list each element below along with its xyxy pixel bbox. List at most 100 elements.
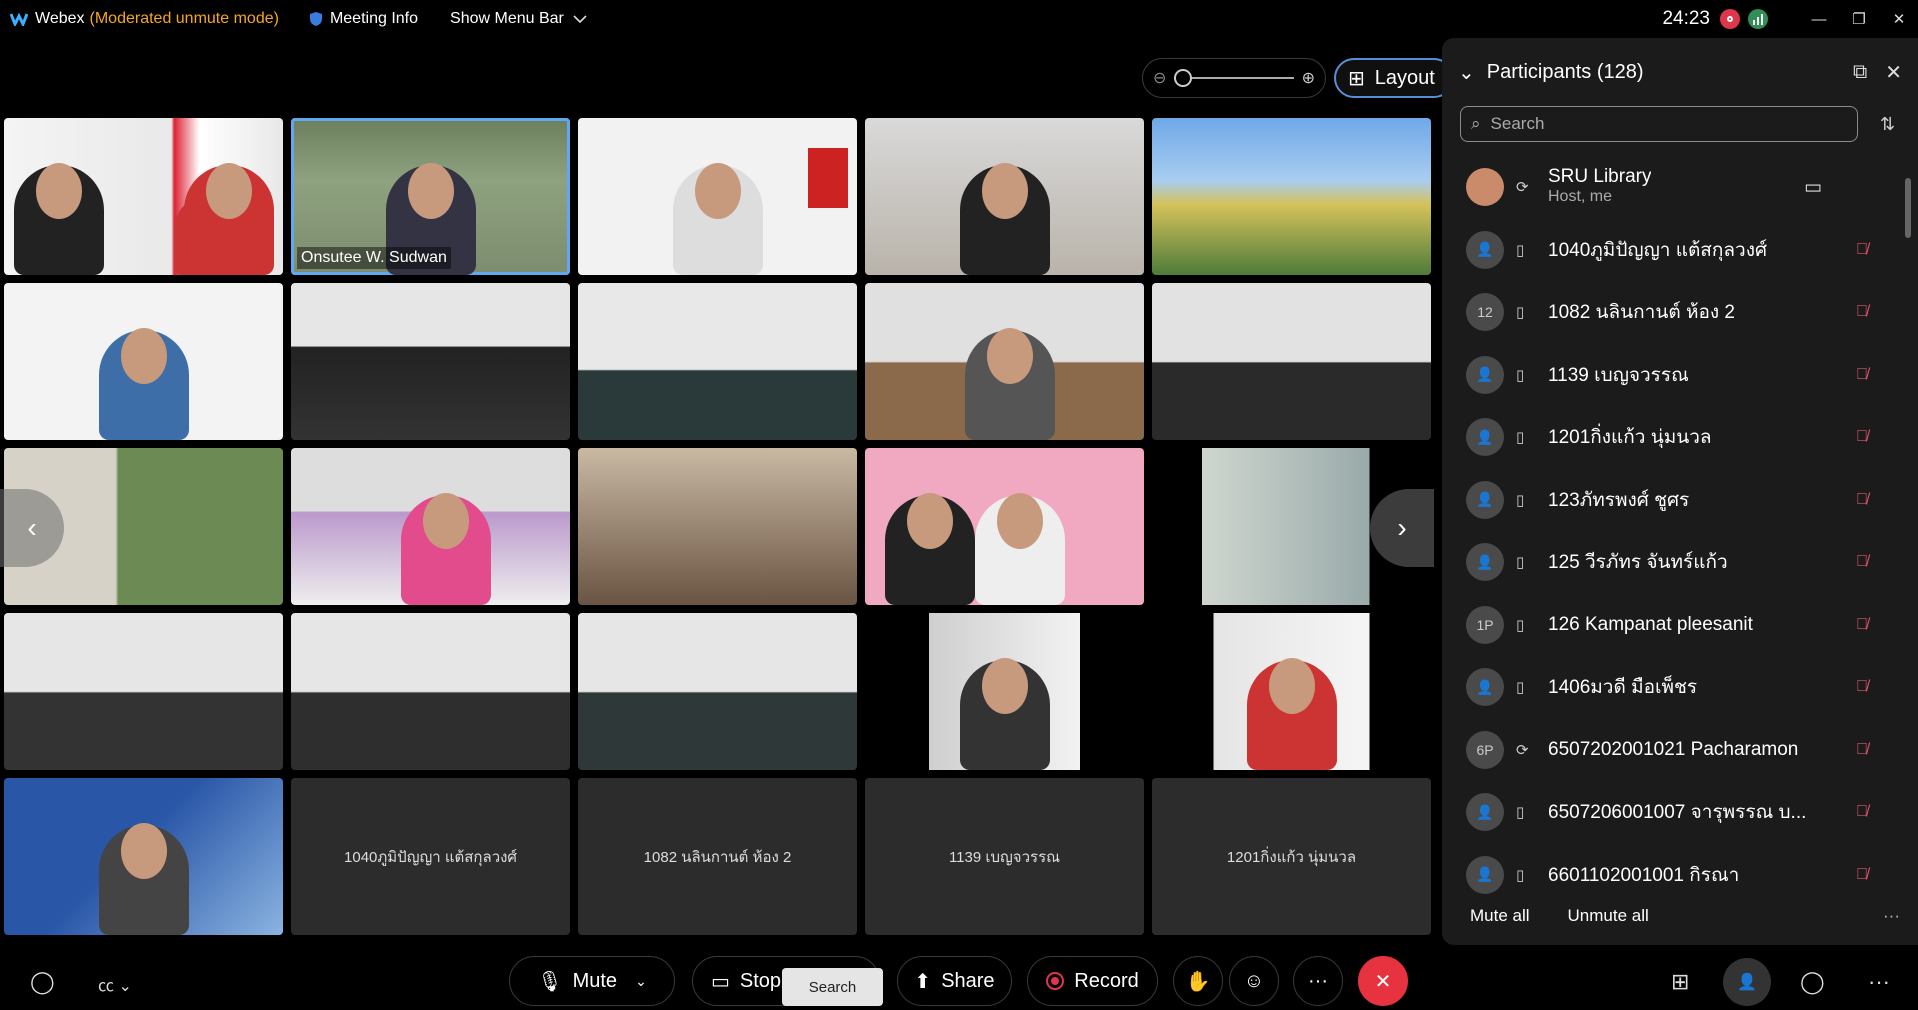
muted-microphone-icon[interactable]: 🎙̸ (1856, 303, 1868, 321)
search-placeholder: Search (1490, 114, 1545, 133)
zoom-out-icon[interactable]: ⊖ (1153, 68, 1166, 88)
search-input[interactable]: ⌕ Search (1460, 106, 1858, 142)
sort-icon[interactable]: ⇅ (1880, 114, 1895, 135)
pop-out-icon[interactable]: ⧉ (1853, 61, 1867, 84)
raise-hand-button[interactable]: ✋ (1173, 956, 1223, 1006)
muted-microphone-icon[interactable]: 🎙̸ (1856, 678, 1868, 696)
zoom-control[interactable]: ⊖ ⊕ (1142, 58, 1326, 98)
show-menu-bar-button[interactable]: Show Menu Bar (450, 10, 587, 28)
video-tile[interactable] (291, 283, 570, 440)
meeting-info-button[interactable]: Meeting Info (309, 10, 418, 28)
muted-microphone-icon[interactable]: 🎙̸ (1856, 428, 1868, 446)
layout-button[interactable]: ⊞ Layout (1334, 58, 1454, 98)
video-tile[interactable] (865, 283, 1144, 440)
participant-row[interactable]: 👤 ▯ 1406มวดี มือเพ็ชร 🎙̸ (1442, 656, 1918, 719)
participant-name: 126 Kampanat pleesanit (1548, 613, 1753, 635)
collapse-chevron-icon[interactable]: ⌄ (1458, 60, 1475, 85)
phone-icon: ▯ (1516, 241, 1525, 259)
muted-microphone-icon[interactable]: 🎙̸ (1856, 803, 1868, 821)
video-tile[interactable] (4, 118, 283, 275)
mute-all-button[interactable]: Mute all (1470, 906, 1530, 926)
video-tile[interactable] (578, 448, 857, 605)
close-panel-icon[interactable]: ✕ (1885, 60, 1902, 85)
video-tile[interactable] (578, 118, 857, 275)
video-tile[interactable] (291, 448, 570, 605)
muted-microphone-icon[interactable]: 🎙̸ (1856, 241, 1868, 259)
participant-row[interactable]: 👤 ▯ 1040ภูมิปัญญา แต้สกุลวงศ์ 🎙̸ (1442, 219, 1918, 282)
participant-name: 125 วีรภัทร จันทร์แก้ว (1548, 552, 1728, 574)
participant-row[interactable]: 1P ▯ 126 Kampanat pleesanit 🎙̸ (1442, 594, 1918, 657)
phone-icon: ▯ (1516, 866, 1525, 884)
participants-header: ⌄ Participants (128) ⧉ ✕ (1442, 38, 1918, 106)
participant-row[interactable]: 👤 ▯ 123ภัทรพงศ์ ชูศร 🎙̸ (1442, 469, 1918, 532)
share-button[interactable]: ⬆ Share (897, 956, 1012, 1006)
muted-microphone-icon[interactable]: 🎙̸ (1856, 741, 1868, 759)
video-tile[interactable] (1152, 283, 1431, 440)
more-options-button[interactable]: ··· (1293, 956, 1343, 1006)
video-camera-icon: ▭ (711, 970, 730, 993)
closed-captions-icon[interactable]: ㏄ ⌄ (98, 972, 132, 996)
avatar (1466, 168, 1504, 207)
video-tile-no-video[interactable]: 1082 นลินกานต์ ห้อง 2 (578, 778, 857, 935)
video-tile-no-video[interactable]: 1139 เบญจวรรณ (865, 778, 1144, 935)
video-tile[interactable] (865, 613, 1144, 770)
muted-microphone-icon[interactable]: 🎙̸ (1856, 553, 1868, 571)
scrollbar[interactable] (1905, 178, 1911, 238)
phone-icon: ▯ (1516, 429, 1525, 447)
chevron-left-icon: ‹ (27, 512, 37, 543)
avatar: 👤 (1466, 418, 1504, 457)
video-tile-no-video[interactable]: 1040ภูมิปัญญา แต้สกุลวงศ์ (291, 778, 570, 935)
avatar: 1P (1466, 605, 1504, 644)
muted-microphone-icon[interactable]: 🎙̸ (1856, 366, 1868, 384)
reactions-button[interactable]: ☺ (1229, 956, 1279, 1006)
phone-icon: ▯ (1516, 616, 1525, 634)
more-panels-icon[interactable]: ··· (1868, 969, 1890, 995)
participant-row[interactable]: 👤 ▯ 125 วีรภัทร จันทร์แก้ว 🎙̸ (1442, 531, 1918, 594)
participants-toggle-button[interactable]: 👤 (1723, 958, 1771, 1006)
muted-microphone-icon[interactable]: 🎙̸ (1856, 491, 1868, 509)
chevron-down-icon[interactable]: ⌄ (635, 973, 647, 990)
close-window-icon[interactable]: ✕ (1880, 0, 1918, 38)
unmute-all-button[interactable]: Unmute all (1568, 906, 1649, 926)
video-tile[interactable] (865, 448, 1144, 605)
video-tile[interactable] (4, 283, 283, 440)
participant-row-host[interactable]: ⟳ SRU Library Host, me ▭ (1442, 156, 1918, 219)
participant-row[interactable]: 12 ▯ 1082 นลินกานต์ ห้อง 2 🎙̸ (1442, 281, 1918, 344)
video-tile-active-speaker[interactable]: Onsutee W. Sudwan (291, 118, 570, 275)
chat-icon[interactable]: ◯ (1800, 969, 1825, 995)
network-stats-icon[interactable] (1748, 9, 1768, 29)
shield-icon (309, 12, 322, 26)
video-tile[interactable] (291, 613, 570, 770)
video-tile[interactable] (4, 778, 283, 935)
participant-row[interactable]: 6P ⟳ 6507202001021 Pacharamon 🎙̸ (1442, 719, 1918, 782)
video-tile[interactable] (1152, 118, 1431, 275)
video-tile[interactable] (578, 283, 857, 440)
hand-icon: ✋ (1185, 970, 1211, 993)
video-tile[interactable] (865, 118, 1144, 275)
zoom-slider-handle[interactable] (1174, 69, 1193, 87)
more-options-icon[interactable]: ··· (1883, 906, 1900, 926)
view-toolbar: ⊖ ⊕ ⊞ Layout (1142, 58, 1454, 98)
webex-assistant-icon[interactable]: ◯ (30, 969, 55, 995)
muted-microphone-icon[interactable]: 🎙̸ (1856, 866, 1868, 884)
participant-row[interactable]: 👤 ▯ 6507206001007 จารุพรรณ บ... 🎙̸ (1442, 781, 1918, 844)
participant-row[interactable]: 👤 ▯ 1201กิ่งแก้ว นุ่มนวล 🎙̸ (1442, 406, 1918, 469)
participant-row[interactable]: 👤 ▯ 1139 เบญจวรรณ 🎙̸ (1442, 344, 1918, 407)
zoom-slider[interactable] (1174, 69, 1294, 87)
restore-icon[interactable]: ❐ (1840, 0, 1878, 38)
video-tile[interactable] (1152, 613, 1431, 770)
video-tile[interactable] (578, 613, 857, 770)
video-camera-icon[interactable]: ▭ (1804, 176, 1822, 199)
muted-microphone-icon[interactable]: 🎙̸ (1856, 616, 1868, 634)
end-call-button[interactable]: ✕ (1358, 956, 1408, 1006)
video-tile[interactable] (4, 613, 283, 770)
participant-row[interactable]: 👤 ▯ 6601102001001 กิรณา 🎙̸ (1442, 844, 1918, 907)
video-tile-no-video[interactable]: 1201กิ่งแก้ว นุ่มนวล (1152, 778, 1431, 935)
zoom-in-icon[interactable]: ⊕ (1302, 68, 1315, 88)
layout-label: Layout (1374, 66, 1435, 89)
apps-icon[interactable]: ⊞ (1671, 969, 1689, 995)
record-button[interactable]: Record (1027, 956, 1158, 1006)
participant-name: 6507206001007 จารุพรรณ บ... (1548, 802, 1807, 824)
minimize-icon[interactable]: — (1800, 0, 1838, 38)
mute-button[interactable]: 🎙 Mute ⌄ (509, 956, 675, 1006)
